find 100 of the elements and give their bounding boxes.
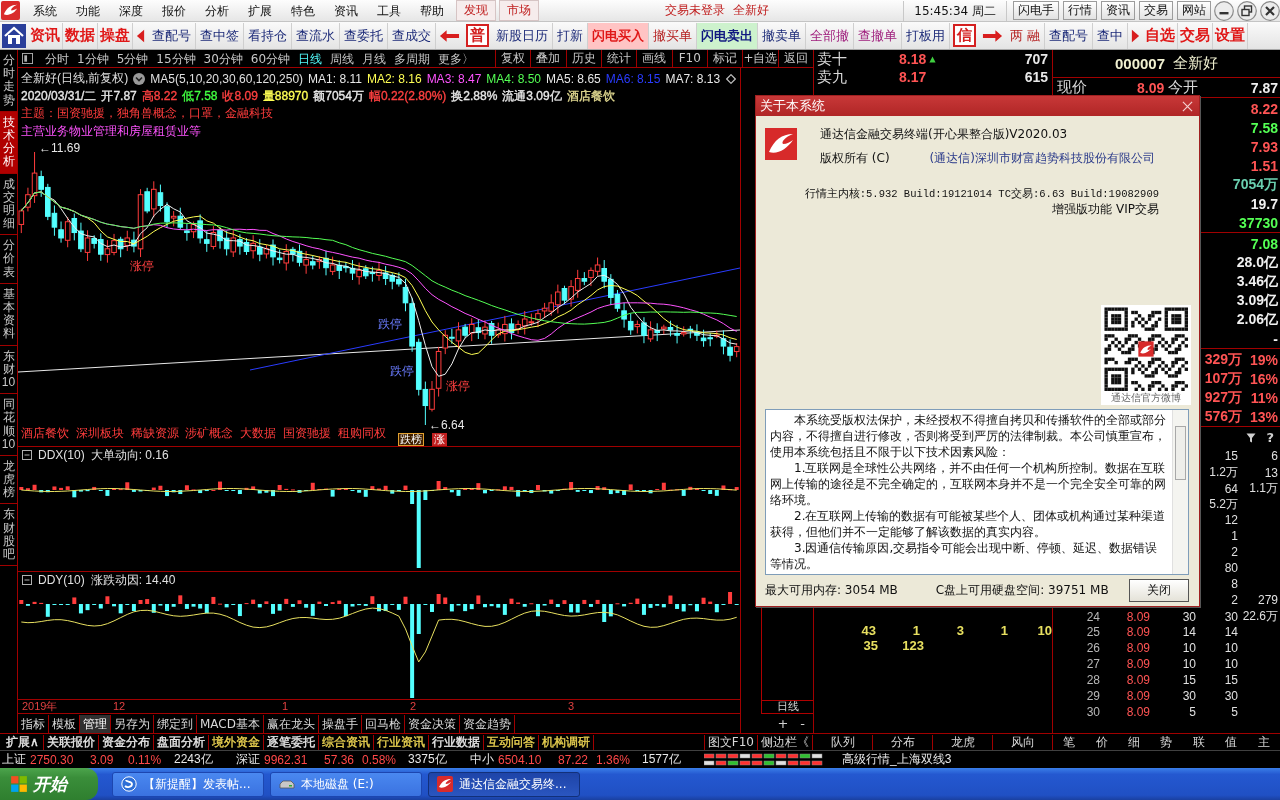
zoom-button[interactable]: +: [773, 715, 793, 732]
toolbar-button[interactable]: 查中签: [196, 22, 244, 49]
taskbar-button[interactable]: 通达信金融交易终...: [428, 771, 580, 797]
toolbar-button[interactable]: 两 融: [1006, 22, 1046, 49]
credit-button[interactable]: 信: [953, 24, 976, 47]
menu-item[interactable]: 帮助: [410, 0, 453, 21]
period-tab[interactable]: 月线: [358, 50, 391, 67]
menu-tab[interactable]: 市场: [499, 0, 539, 21]
nav-button[interactable]: 交易: [1139, 1, 1173, 20]
toolbar-button[interactable]: 查委托: [340, 22, 388, 49]
menu-item[interactable]: 系统: [23, 0, 66, 21]
panel-tab[interactable]: 龙虎: [933, 734, 993, 750]
toolbar-button[interactable]: 查中: [1093, 22, 1129, 49]
period-tab[interactable]: 分时: [41, 50, 73, 67]
nav-button[interactable]: 闪电手: [1013, 1, 1059, 20]
nav-button[interactable]: 行情: [1063, 1, 1097, 20]
taskbar-button[interactable]: 【新提醒】发表帖...: [112, 771, 264, 797]
info-tab[interactable]: 行业数据: [428, 734, 484, 750]
scrollbar[interactable]: [1172, 410, 1188, 574]
toolbar-button[interactable]: 看持仓: [244, 22, 292, 49]
chart-tool-button[interactable]: 复权: [495, 50, 531, 67]
nav-button[interactable]: 网站: [1177, 1, 1211, 20]
detail-tab[interactable]: 联: [1182, 734, 1215, 750]
menu-tab[interactable]: 发现: [456, 0, 496, 21]
toolbar-button[interactable]: 资讯: [28, 22, 63, 49]
toolbar-button[interactable]: 交易: [1178, 22, 1214, 49]
toolbar-button[interactable]: 撤卖单: [758, 22, 806, 49]
side-tab[interactable]: 技术分析: [0, 111, 17, 174]
indicator-tab[interactable]: 赢在龙头: [264, 714, 319, 733]
toolbar-button[interactable]: 查流水: [292, 22, 340, 49]
info-tab[interactable]: 综合资讯: [318, 734, 374, 750]
indicator-tab[interactable]: 指标: [18, 714, 49, 733]
info-tab[interactable]: 关联报价: [43, 734, 99, 750]
toolbar-button[interactable]: 设置: [1213, 22, 1249, 49]
toolbar-button[interactable]: 操盘: [98, 22, 133, 49]
chart-tool-button[interactable]: 标记: [706, 50, 743, 67]
menu-item[interactable]: 工具: [367, 0, 410, 21]
filter-icon[interactable]: [1246, 432, 1257, 443]
side-link[interactable]: 侧边栏《: [757, 734, 812, 750]
start-button[interactable]: 开始: [0, 768, 98, 800]
period-tab[interactable]: 30分钟: [199, 50, 247, 67]
chart-tool-button[interactable]: 历史: [565, 50, 601, 67]
taskbar-button[interactable]: 本地磁盘 (E:): [270, 771, 422, 797]
indicator-tab[interactable]: 另存为: [111, 714, 154, 733]
menu-item[interactable]: 报价: [152, 0, 195, 21]
chart-tool-button[interactable]: +自选: [742, 50, 778, 67]
detail-tab[interactable]: 值: [1214, 734, 1248, 750]
info-tab[interactable]: 资金分布: [98, 734, 154, 750]
chart-tool-button[interactable]: 返回: [777, 50, 813, 67]
menu-item[interactable]: 功能: [66, 0, 109, 21]
indicator-tab[interactable]: 绑定到: [154, 714, 197, 733]
toolbar-button[interactable]: 自选: [1143, 22, 1179, 49]
panel-tab[interactable]: 风向: [993, 734, 1053, 750]
panel-tab[interactable]: 分布: [873, 734, 933, 750]
period-tab[interactable]: 1分钟: [73, 50, 113, 67]
panel-tab[interactable]: 队列: [813, 734, 873, 750]
diamond-icon[interactable]: [726, 73, 736, 84]
close-button[interactable]: 关闭: [1129, 579, 1189, 602]
period-tab[interactable]: 更多〉: [434, 50, 479, 67]
menu-item[interactable]: 深度: [109, 0, 152, 21]
info-tab[interactable]: 机构调研: [538, 734, 594, 750]
side-link[interactable]: 图文F10: [703, 734, 757, 750]
detail-tab[interactable]: 势: [1150, 734, 1183, 750]
toolbar-button[interactable]: 查成交: [388, 22, 436, 49]
indicator-tab[interactable]: 资金决策: [405, 714, 460, 733]
help-mark[interactable]: ?: [1266, 430, 1274, 445]
period-tab[interactable]: 多周期: [390, 50, 435, 67]
chart-tool-button[interactable]: 画线: [636, 50, 672, 67]
caret-right-icon[interactable]: [1131, 27, 1141, 44]
mode-button[interactable]: 普: [466, 24, 489, 47]
arrow-right-icon[interactable]: [982, 28, 1003, 43]
toolbar-button[interactable]: 打板用: [902, 22, 950, 49]
toolbar-button[interactable]: 数据: [63, 22, 98, 49]
toolbar-button[interactable]: 全部撤: [806, 22, 854, 49]
chart-tool-button[interactable]: 叠加: [530, 50, 566, 67]
indicator-tab[interactable]: 回马枪: [362, 714, 405, 733]
chevron-down-icon[interactable]: [133, 72, 146, 85]
period-tab[interactable]: 周线: [326, 50, 359, 67]
detail-tab[interactable]: 笔: [1053, 734, 1086, 750]
app-logo-icon[interactable]: [1, 1, 20, 20]
arrow-left-icon[interactable]: [439, 28, 460, 43]
period-tab[interactable]: 日线: [294, 50, 327, 67]
menu-item[interactable]: 分析: [195, 0, 238, 21]
minimize-icon[interactable]: [1214, 0, 1234, 21]
menu-item[interactable]: 资讯: [324, 0, 367, 21]
menu-item[interactable]: 特色: [281, 0, 324, 21]
indicator-tab[interactable]: 操盘手: [319, 714, 362, 733]
period-tab[interactable]: 60分钟: [246, 50, 295, 67]
period-tab[interactable]: 5分钟: [112, 50, 153, 67]
chart-tool-button[interactable]: F10: [671, 50, 707, 67]
home-icon[interactable]: [2, 23, 26, 48]
detail-tab[interactable]: 价: [1085, 734, 1118, 750]
caret-left-icon[interactable]: [136, 27, 145, 44]
detail-tab[interactable]: 细: [1117, 734, 1151, 750]
info-tab[interactable]: 境外资金: [208, 734, 264, 750]
info-tab[interactable]: 逐笔委托: [263, 734, 319, 750]
collapse-icon[interactable]: [22, 575, 32, 585]
indicator-tab[interactable]: 资金趋势: [460, 714, 515, 733]
chart-tool-button[interactable]: 统计: [601, 50, 637, 67]
indicator-tab[interactable]: MACD基本: [197, 714, 264, 733]
